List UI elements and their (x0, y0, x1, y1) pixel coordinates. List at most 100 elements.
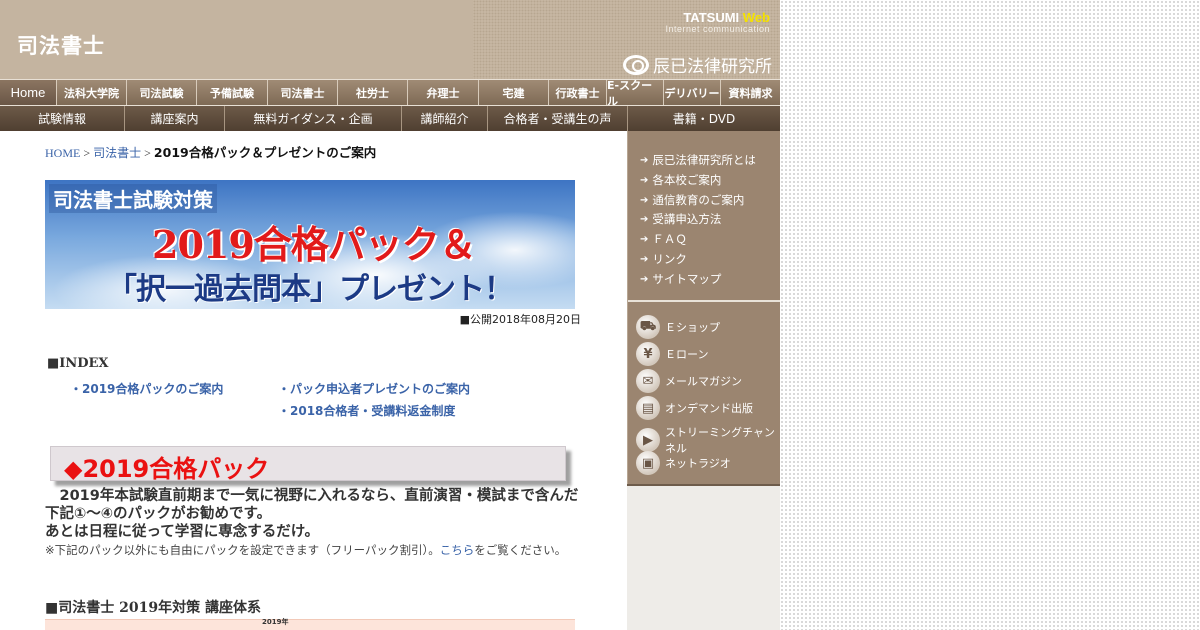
breadcrumb-sep: > (144, 146, 151, 160)
brand-tagline: Internet communication (665, 24, 770, 34)
nav-judicial-scrivener[interactable]: 司法書士 (268, 80, 338, 105)
section-body-line1: 2019年本試験直前期まで一気に視野に入れるなら、直前演習・模試まで含んだ下記①… (45, 488, 579, 522)
nav-law-school[interactable]: 法科大学院 (57, 80, 127, 105)
video-camera-icon: ▶ (636, 428, 660, 452)
section-note: ※下記のパック以外にも自由にパックを設定できます（フリーパック割引）。こちらをご… (45, 541, 580, 559)
sidebar-link-links[interactable]: ➔ リンク (640, 251, 687, 267)
nav-courses[interactable]: 講座案内 (125, 106, 225, 131)
course-system-table: 2019年 (45, 618, 575, 630)
nav-labor-consultant[interactable]: 社労士 (338, 80, 408, 105)
nav-bar-exam[interactable]: 司法試験 (127, 80, 197, 105)
mail-icon: ✉ (636, 369, 660, 393)
sidebar-link-label: サイトマップ (652, 272, 722, 286)
banner-main-text: 2019合格パック＆ (152, 222, 477, 267)
nav-real-estate[interactable]: 宅建 (479, 80, 549, 105)
org-name: 辰已法律研究所 (653, 57, 772, 77)
breadcrumb-home[interactable]: HOME (45, 146, 80, 160)
index-link-pack[interactable]: ・2019合格パックのご案内 (70, 380, 223, 397)
nav-request-materials[interactable]: 資料請求 (721, 80, 780, 105)
index-link-present[interactable]: ・パック申込者プレゼントのご案内 (278, 380, 470, 397)
sidebar-link-about[interactable]: ➔ 辰已法律研究所とは (640, 152, 756, 168)
site-container: 司法書士 TATSUMI Web Internet communication … (0, 0, 780, 630)
section-body: 2019年本試験直前期まで一気に視野に入れるなら、直前演習・模試まで含んだ下記①… (45, 487, 580, 541)
brand-accent: Web (742, 10, 770, 25)
sidebar: ➔ 辰已法律研究所とは ➔ 各本校ご案内 ➔ 通信教育のご案内 ➔ 受講申込方法 ➔ ＦＡ… (627, 131, 780, 630)
org-mark-icon (623, 54, 649, 75)
arrow-right-icon: ➔ (640, 174, 649, 186)
sidebar-mail-magazine[interactable]: ✉ メールマガジン (636, 369, 742, 393)
section-body-line2: あとは日程に従って学習に専念するだけ。 (45, 524, 320, 540)
header-brand-area: TATSUMI Web Internet communication 辰已法律研… (473, 0, 780, 79)
nav-preliminary-exam[interactable]: 予備試験 (197, 80, 268, 105)
campaign-banner: 司法書士試験対策 2019合格パック＆ 「択一過去問本」プレゼント！ (45, 180, 575, 309)
radio-icon: ▣ (636, 451, 660, 475)
nav-free-guidance[interactable]: 無料ガイダンス・企画 (225, 106, 402, 131)
header: 司法書士 TATSUMI Web Internet communication … (0, 0, 780, 79)
breadcrumb-sep: > (83, 146, 91, 160)
main-content: HOME > 司法書士 > 2019合格パック＆プレゼントのご案内 司法書士試験… (0, 131, 627, 630)
sidebar-link-label: 辰已法律研究所とは (652, 153, 756, 167)
note-link[interactable]: こちら (440, 543, 475, 557)
sidebar-e-shop[interactable]: ⛟ Ｅショップ (636, 315, 720, 339)
banner-top-text: 司法書士試験対策 (49, 184, 217, 213)
site-title: 司法書士 (17, 34, 105, 58)
section-heading-box: ◆2019合格パック (50, 446, 566, 483)
service-label: ネットラジオ (665, 457, 731, 470)
arrow-right-icon: ➔ (640, 253, 649, 265)
nav-voices[interactable]: 合格者・受講生の声 (488, 106, 628, 131)
arrow-right-icon: ➔ (640, 154, 649, 166)
sidebar-divider (628, 300, 780, 302)
breadcrumb: HOME > 司法書士 > 2019合格パック＆プレゼントのご案内 (45, 142, 376, 161)
sidebar-e-loan[interactable]: ¥ Ｅローン (636, 342, 708, 366)
yen-icon: ¥ (636, 342, 660, 366)
nav-patent-attorney[interactable]: 弁理士 (408, 80, 479, 105)
arrow-right-icon: ➔ (640, 194, 649, 206)
sidebar-net-radio[interactable]: ▣ ネットラジオ (636, 451, 731, 475)
org-logo[interactable]: 辰已法律研究所 (623, 52, 772, 77)
banner-sub-text: 「択一過去問本」プレゼント！ (107, 272, 514, 307)
breadcrumb-current: 2019合格パック＆プレゼントのご案内 (153, 145, 377, 160)
sidebar-link-label: リンク (652, 252, 687, 266)
nav-home[interactable]: Home (0, 80, 57, 105)
nav-delivery[interactable]: デリバリー (664, 80, 721, 105)
sidebar-bottom-border (627, 484, 780, 486)
note-suffix: をご覧ください。 (474, 543, 567, 557)
nav-books-dvd[interactable]: 書籍・DVD (628, 106, 780, 131)
sidebar-on-demand[interactable]: ▤ オンデマンド出版 (636, 396, 753, 420)
service-label: Ｅショップ (665, 321, 720, 334)
book-icon: ▤ (636, 396, 660, 420)
table-year: 2019年 (262, 618, 289, 626)
sidebar-link-sitemap[interactable]: ➔ サイトマップ (640, 271, 721, 287)
arrow-right-icon: ➔ (640, 233, 649, 245)
arrow-right-icon: ➔ (640, 273, 649, 285)
secondary-nav: 試験情報 講座案内 無料ガイダンス・企画 講師紹介 合格者・受講生の声 書籍・D… (0, 105, 780, 131)
index-link-refund[interactable]: ・2018合格者・受講料返金制度 (278, 402, 455, 419)
arrow-right-icon: ➔ (640, 213, 649, 225)
sidebar-menu: ➔ 辰已法律研究所とは ➔ 各本校ご案内 ➔ 通信教育のご案内 ➔ 受講申込方法 ➔ ＦＡ… (627, 131, 780, 484)
service-label: メールマガジン (665, 375, 742, 388)
sidebar-link-label: 通信教育のご案内 (652, 193, 745, 207)
brand-name: TATSUMI (683, 10, 740, 25)
nav-exam-info[interactable]: 試験情報 (0, 106, 125, 131)
tatsumi-web-logo[interactable]: TATSUMI Web Internet communication (665, 10, 770, 34)
sidebar-link-label: ＦＡＱ (652, 232, 687, 246)
note-prefix: ※下記のパック以外にも自由にパックを設定できます（フリーパック割引）。 (45, 543, 440, 557)
service-label: Ｅローン (665, 348, 709, 361)
breadcrumb-parent[interactable]: 司法書士 (93, 146, 141, 160)
sidebar-link-schools[interactable]: ➔ 各本校ご案内 (640, 172, 721, 188)
nav-instructors[interactable]: 講師紹介 (402, 106, 488, 131)
cart-icon: ⛟ (636, 315, 660, 339)
index-title: ■INDEX (47, 356, 109, 371)
sidebar-link-label: 受講申込方法 (652, 212, 722, 226)
sidebar-link-faq[interactable]: ➔ ＦＡＱ (640, 231, 687, 247)
published-date: ■公開2018年08月20日 (459, 313, 581, 326)
sidebar-link-application[interactable]: ➔ 受講申込方法 (640, 211, 721, 227)
sidebar-link-label: 各本校ご案内 (652, 173, 722, 187)
service-label: オンデマンド出版 (665, 402, 753, 415)
system-title: ■司法書士 2019年対策 講座体系 (45, 600, 261, 616)
nav-administrative-scrivener[interactable]: 行政書士 (549, 80, 607, 105)
sidebar-link-correspondence[interactable]: ➔ 通信教育のご案内 (640, 192, 744, 208)
primary-nav: Home 法科大学院 司法試験 予備試験 司法書士 社労士 弁理士 宅建 行政書… (0, 79, 780, 108)
section-heading: ◆2019合格パック (64, 455, 270, 483)
nav-e-school[interactable]: E-スクール (607, 79, 664, 108)
